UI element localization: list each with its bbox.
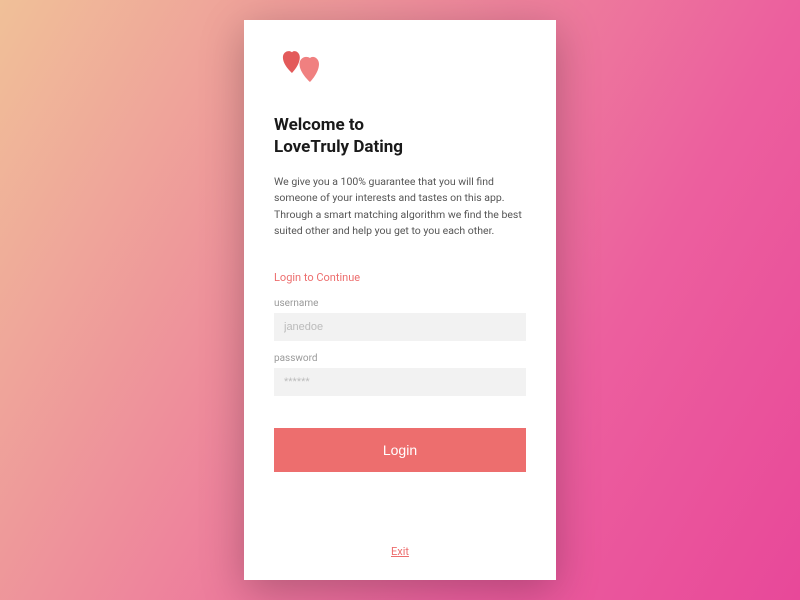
- password-input[interactable]: [274, 368, 526, 396]
- spacer: [274, 472, 526, 545]
- username-input[interactable]: [274, 313, 526, 341]
- hearts-logo-icon: [274, 48, 526, 92]
- password-label: password: [274, 353, 526, 364]
- login-button[interactable]: Login: [274, 428, 526, 472]
- username-label: username: [274, 298, 526, 309]
- login-prompt: Login to Continue: [274, 271, 526, 284]
- page-title: Welcome to LoveTruly Dating: [274, 114, 526, 158]
- exit-link[interactable]: Exit: [274, 545, 526, 562]
- app-description: We give you a 100% guarantee that you wi…: [274, 174, 526, 239]
- login-card: Welcome to LoveTruly Dating We give you …: [244, 20, 556, 580]
